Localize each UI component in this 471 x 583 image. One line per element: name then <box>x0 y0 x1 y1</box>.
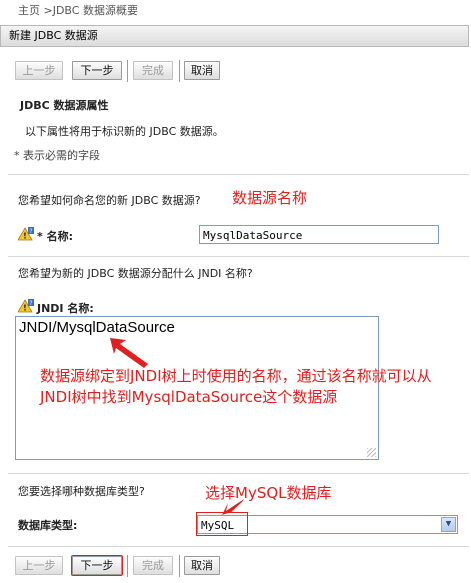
breadcrumb[interactable]: 主页 >JDBC 数据源概要 <box>18 2 138 18</box>
dbtype-question: 您要选择哪种数据库类型? <box>18 485 145 498</box>
button-divider <box>127 555 128 577</box>
next-button[interactable]: 下一步 <box>72 61 122 80</box>
name-input[interactable]: MysqlDataSource <box>199 225 439 244</box>
svg-text:?: ? <box>29 300 32 307</box>
chevron-down-icon[interactable]: ▼ <box>441 517 456 532</box>
svg-text:!: ! <box>23 232 27 241</box>
button-divider <box>179 555 180 577</box>
annotation-arrow <box>110 338 148 368</box>
name-label: * 名称: <box>37 230 73 243</box>
back-button[interactable]: 上一步 <box>15 556 63 575</box>
svg-text:?: ? <box>29 228 32 235</box>
divider <box>8 174 469 175</box>
page-title: 新建 JDBC 数据源 <box>0 25 469 47</box>
jndi-question: 您希望为新的 JDBC 数据源分配什么 JNDI 名称? <box>18 267 253 280</box>
divider <box>8 546 469 547</box>
resize-grip[interactable] <box>367 448 376 457</box>
jndi-label: JNDI 名称: <box>37 302 94 315</box>
next-button[interactable]: 下一步 <box>71 555 123 576</box>
annotation-name: 数据源名称 <box>232 189 308 207</box>
svg-text:!: ! <box>23 304 27 313</box>
annotation-jndi-line2: JNDI树中找到MysqlDataSource这个数据源 <box>40 388 338 406</box>
cancel-button[interactable]: 取消 <box>184 61 220 80</box>
required-note: * 表示必需的字段 <box>14 149 100 162</box>
name-question: 您希望如何命名您的新 JDBC 数据源? <box>18 194 201 207</box>
divider <box>8 256 469 257</box>
finish-button[interactable]: 完成 <box>133 556 173 575</box>
back-button[interactable]: 上一步 <box>15 61 63 80</box>
button-divider <box>127 60 128 82</box>
section-description: 以下属性将用于标识新的 JDBC 数据源。 <box>25 125 224 138</box>
annotation-jndi-line1: 数据源绑定到JNDI树上时使用的名称，通过该名称就可以从 <box>40 367 432 385</box>
help-warning-icon[interactable]: ! ? <box>17 227 34 241</box>
section-title: JDBC 数据源属性 <box>20 99 109 112</box>
finish-button[interactable]: 完成 <box>133 61 173 80</box>
divider <box>8 473 469 474</box>
dbtype-label: 数据库类型: <box>18 519 78 532</box>
help-warning-icon[interactable]: ! ? <box>17 299 34 313</box>
cancel-button[interactable]: 取消 <box>184 556 220 575</box>
button-divider <box>179 60 180 82</box>
highlight-box <box>196 512 248 536</box>
